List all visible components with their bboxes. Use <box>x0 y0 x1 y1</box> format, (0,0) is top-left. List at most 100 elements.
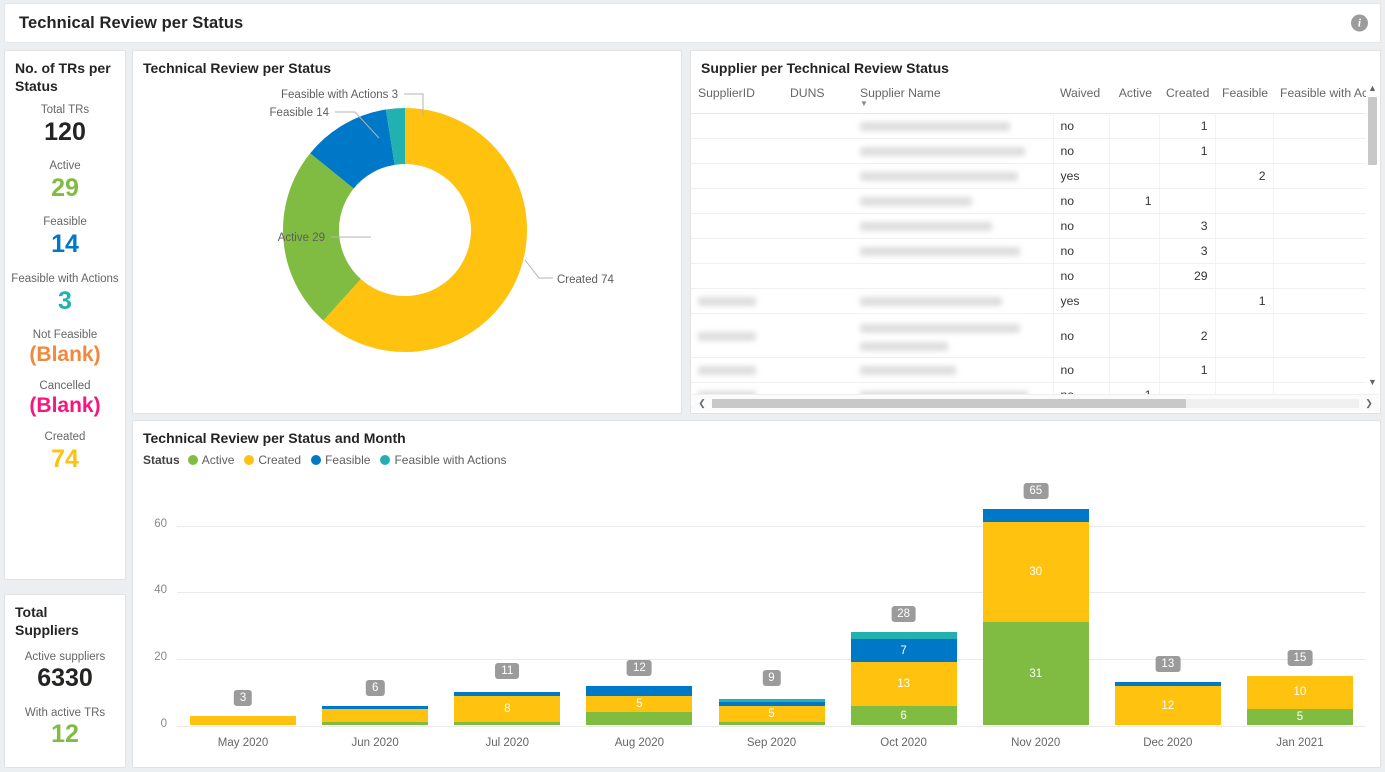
table-scroll-area[interactable]: SupplierID DUNS Supplier Name ▼ Waived Active… <box>691 81 1380 413</box>
legend-label: Created <box>258 452 302 467</box>
stacked-bar[interactable]: 8 <box>454 493 561 726</box>
sort-descending-icon[interactable]: ▼ <box>860 100 1046 108</box>
table-header-label: SupplierID <box>698 86 755 100</box>
chevron-left-icon[interactable]: ❮ <box>694 395 710 411</box>
table-cell-supplier_name <box>853 188 1053 214</box>
stacked-bar[interactable]: 5 <box>718 493 825 726</box>
chevron-up-icon[interactable]: ▲ <box>1366 82 1379 95</box>
vertical-scroll-thumb[interactable] <box>1368 97 1377 165</box>
table-cell-feasible <box>1214 263 1273 289</box>
table-cell-supplier_id <box>691 213 783 239</box>
bar-segment-feasible[interactable] <box>982 509 1089 523</box>
redacted-supplier-name <box>860 122 1010 132</box>
legend-item[interactable]: Feasible <box>311 453 370 467</box>
x-axis-tick-label: Aug 2020 <box>614 736 664 749</box>
table-row[interactable]: no1 <box>691 188 1367 214</box>
bar-segment-created[interactable]: 8 <box>454 695 561 723</box>
bar-segment-created[interactable]: 13 <box>850 662 957 706</box>
table-cell-supplier_id <box>691 163 783 189</box>
table-header-supplier_id[interactable]: SupplierID <box>691 81 783 114</box>
kpi-value: 120 <box>44 117 86 146</box>
bar-segment-created[interactable]: 5 <box>586 695 693 713</box>
bar-segment-active[interactable] <box>454 722 561 726</box>
table-row[interactable]: no1 <box>691 113 1367 139</box>
kpi-card-trs-per-status: No. of TRs per Status Total TRs 120 Active… <box>4 50 126 580</box>
table-row[interactable]: yes 1 <box>691 288 1367 314</box>
bar-segment-feasible[interactable] <box>322 705 429 709</box>
legend-item[interactable]: Feasible with Actions <box>380 453 507 467</box>
table-header-label: Created <box>1166 86 1210 100</box>
table-horizontal-scrollbar[interactable]: ❮ ❯ <box>692 394 1379 411</box>
table-row[interactable]: no 29 <box>691 263 1367 289</box>
donut-slice-label: Feasible 14 <box>270 107 330 119</box>
table-cell-feasible_actions <box>1272 288 1367 314</box>
bar-segment-feasible[interactable] <box>454 692 561 696</box>
bar-segment-created[interactable] <box>322 708 429 723</box>
bar-segment-active[interactable]: 31 <box>982 622 1089 726</box>
table-header-feasible[interactable]: Feasible <box>1215 81 1273 114</box>
kpi-label: Not Feasible <box>32 328 98 341</box>
bar-segment-feasible[interactable]: 7 <box>850 638 957 663</box>
donut-chart-card: Technical Review per Status Created 74 Ac… <box>132 50 682 414</box>
table-cell-waived: no <box>1052 357 1109 383</box>
bar-segment-created[interactable] <box>190 715 297 726</box>
gridline <box>177 725 1366 727</box>
table-cell-supplier_name <box>853 163 1053 189</box>
table-row[interactable]: yes 2 <box>691 163 1367 189</box>
table-header-waived[interactable]: Waived <box>1053 81 1109 114</box>
bar-segment-feasible[interactable] <box>1114 682 1221 686</box>
table-header-supplier_name[interactable]: Supplier Name ▼ <box>853 81 1053 114</box>
bar-segment-label: 6 <box>900 709 907 722</box>
stacked-bar[interactable]: 5 <box>586 493 693 726</box>
bar-segment-active[interactable] <box>586 712 693 726</box>
table-cell-supplier_id <box>691 288 783 314</box>
stacked-bar[interactable]: 12 <box>1114 493 1221 726</box>
table-cell-feasible <box>1214 113 1273 139</box>
table-cell-active <box>1108 213 1159 239</box>
kpi-item: Cancelled (Blank) <box>9 379 121 419</box>
table-row[interactable]: no1 <box>691 357 1367 383</box>
table-header-duns[interactable]: DUNS <box>783 81 853 114</box>
table-header-created[interactable]: Created <box>1159 81 1215 114</box>
horizontal-scroll-thumb[interactable] <box>712 399 1186 408</box>
bar-segment-created[interactable]: 12 <box>1114 685 1221 726</box>
bar-segment-label: 5 <box>636 697 643 710</box>
legend-label: Active <box>201 452 235 467</box>
table-vertical-scrollbar[interactable]: ▲ ▼ <box>1366 82 1379 389</box>
table-row[interactable]: no 3 <box>691 213 1367 239</box>
table-cell-supplier_id <box>691 313 783 358</box>
donut-chart[interactable]: Created 74 Active 29 Feasible 14 Feasible w… <box>133 80 681 398</box>
table-cell-waived: no <box>1052 263 1109 289</box>
bar-segment-active[interactable] <box>718 722 825 726</box>
table-cell-active <box>1108 357 1159 383</box>
stacked-bar[interactable]: 5 10 <box>1246 493 1353 726</box>
bar-segment-created[interactable]: 30 <box>982 522 1089 623</box>
x-axis-tick-label: May 2020 <box>217 736 269 749</box>
table-header-feasible_actions[interactable]: Feasible with Ac <box>1273 81 1368 114</box>
bar-chart-plot[interactable]: 0 20 40 60 3 May 2020 6 Jun 2020 8 11 Jul 2020 5 12 A… <box>133 467 1382 757</box>
bar-segment-feasible-with-actions[interactable] <box>718 698 825 703</box>
table-row[interactable]: no1 <box>691 138 1367 164</box>
table-row[interactable]: no 3 <box>691 238 1367 264</box>
legend-item[interactable]: Active <box>187 452 235 467</box>
x-axis-tick-label: Dec 2020 <box>1143 736 1193 749</box>
legend-item[interactable]: Created <box>244 453 301 467</box>
bar-segment-feasible[interactable] <box>718 702 825 706</box>
table-header-label: Waived <box>1060 86 1101 100</box>
bar-segment-active[interactable]: 5 <box>1246 708 1353 726</box>
chevron-right-icon[interactable]: ❯ <box>1361 395 1377 411</box>
table-header-active[interactable]: Active <box>1109 81 1159 114</box>
table-cell-feasible_actions <box>1272 163 1367 189</box>
bar-segment-created[interactable]: 10 <box>1246 675 1353 709</box>
kpi-card-total-suppliers: Total Suppliers Active suppliers 6330 With… <box>4 594 126 768</box>
bar-segment-created[interactable]: 5 <box>718 705 825 723</box>
stacked-bar[interactable]: 31 30 <box>982 493 1089 726</box>
kpi-item: Feasible with Actions 3 <box>9 272 121 317</box>
chevron-down-icon[interactable]: ▼ <box>1366 376 1379 389</box>
bar-segment-active[interactable] <box>322 722 429 726</box>
table-row[interactable]: no 2 <box>691 313 1367 358</box>
bar-segment-feasible-with-actions[interactable] <box>850 632 957 639</box>
bar-segment-feasible[interactable] <box>586 685 693 696</box>
bar-segment-active[interactable]: 6 <box>850 705 957 726</box>
info-icon[interactable]: i <box>1351 14 1368 32</box>
